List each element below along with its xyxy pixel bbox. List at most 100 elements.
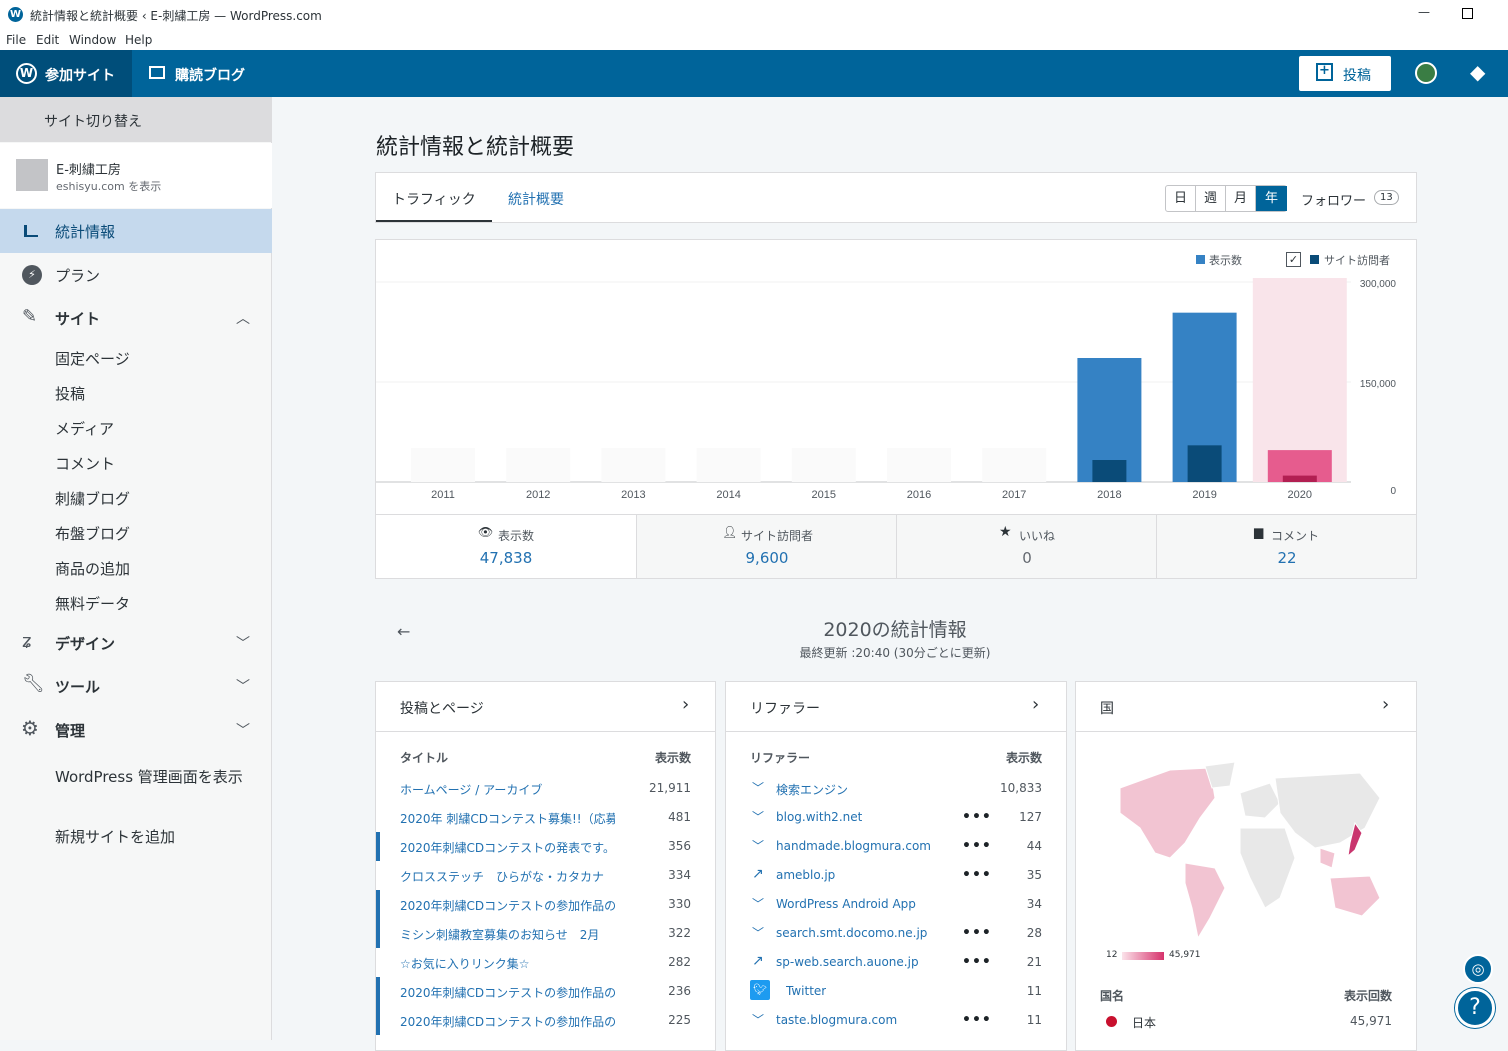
menu-edit[interactable]: Edit	[36, 33, 59, 47]
referrer-link[interactable]: 検索エンジン	[776, 781, 848, 798]
posts-row[interactable]: ☆お気に入りリンク集☆ 282	[376, 948, 691, 977]
chevron-down-icon[interactable]: ﹀	[752, 924, 764, 941]
referrer-row[interactable]: ↗ ameblo.jp ••• 35	[750, 861, 1042, 890]
back-arrow-icon[interactable]: ←	[397, 622, 410, 641]
help-button-icon[interactable]: ?	[1455, 988, 1495, 1028]
menu-file[interactable]: File	[6, 33, 26, 47]
posts-row[interactable]: 2020年刺繍CDコンテストの参加作品の 225	[376, 1006, 691, 1035]
referrer-link[interactable]: WordPress Android App	[776, 897, 916, 911]
post-title-link[interactable]: クロスステッチ ひらがな・カタカナ	[400, 868, 615, 885]
sidebar-item-add-product[interactable]: 商品の追加	[55, 558, 130, 579]
my-sites-button[interactable]: W 参加サイト	[0, 50, 132, 97]
more-actions-icon[interactable]: •••	[962, 838, 992, 854]
referrers-module-header[interactable]: リファラー ›	[726, 682, 1066, 732]
sidebar-item-manage[interactable]: ⚙ 管理 ﹀	[0, 708, 272, 752]
menu-window[interactable]: Window	[69, 33, 116, 47]
chevron-down-icon[interactable]: ﹀	[752, 837, 764, 854]
sidebar-item-wp-admin[interactable]: WordPress 管理画面を表示	[55, 766, 243, 787]
switch-site-button[interactable]: サイト切り替え	[0, 97, 272, 142]
maximize-button[interactable]	[1462, 8, 1473, 19]
referrer-row[interactable]: ﹀ taste.blogmura.com ••• 11	[750, 1006, 1042, 1035]
referrer-link[interactable]: blog.with2.net	[776, 810, 862, 824]
sidebar-item-pages[interactable]: 固定ページ	[55, 348, 130, 369]
period-year[interactable]: 年	[1256, 186, 1287, 211]
post-title-link[interactable]: 2020年刺繍CDコンテストの発表です。	[400, 839, 615, 856]
post-title-link[interactable]: 2020年刺繍CDコンテストの参加作品の	[400, 984, 615, 1001]
summary-likes[interactable]: ★ いいね 0	[896, 515, 1156, 578]
referrer-link[interactable]: handmade.blogmura.com	[776, 839, 931, 853]
twitter-icon[interactable]: 🐦︎	[750, 980, 770, 1000]
posts-row[interactable]: 2020年刺繍CDコンテストの参加作品の 236	[376, 977, 691, 1006]
referrer-row[interactable]: ﹀ search.smt.docomo.ne.jp ••• 28	[750, 919, 1042, 948]
more-actions-icon[interactable]: •••	[962, 867, 992, 883]
summary-visitors[interactable]: 👤︎ サイト訪問者 9,600	[636, 515, 896, 578]
posts-row[interactable]: クロスステッチ ひらがな・カタカナ 334	[376, 861, 691, 890]
post-title-link[interactable]: 2020年刺繍CDコンテストの参加作品の	[400, 1013, 615, 1030]
followers-label[interactable]: フォロワー	[1301, 190, 1366, 209]
reader-button[interactable]: 購読ブログ	[140, 50, 260, 97]
summary-comments[interactable]: ▆ コメント 22	[1156, 515, 1416, 578]
period-week[interactable]: 週	[1196, 186, 1226, 211]
referrer-row[interactable]: ﹀ blog.with2.net ••• 127	[750, 803, 1042, 832]
notifications-icon[interactable]: ◆	[1470, 62, 1485, 82]
more-actions-icon[interactable]: •••	[962, 1012, 992, 1028]
current-site[interactable]: E-刺繍工房 eshisyu.com を表示	[0, 143, 272, 208]
sidebar-item-posts[interactable]: 投稿	[55, 383, 85, 404]
period-month[interactable]: 月	[1226, 186, 1256, 211]
posts-module-header[interactable]: 投稿とページ ›	[376, 682, 715, 732]
sidebar-item-fabric-blog[interactable]: 布盤ブログ	[55, 523, 130, 544]
posts-row[interactable]: 2020年 刺繍CDコンテスト募集!!（応募 481	[376, 803, 691, 832]
chevron-down-icon[interactable]: ﹀	[752, 1011, 764, 1028]
period-day[interactable]: 日	[1166, 186, 1196, 211]
more-actions-icon[interactable]: •••	[962, 954, 992, 970]
posts-row[interactable]: ホームページ / アーカイブ 21,911	[376, 774, 691, 803]
sidebar-item-tools[interactable]: 🔧︎ ツール ﹀	[0, 664, 272, 708]
chevron-down-icon[interactable]: ﹀	[752, 779, 764, 796]
referrer-row[interactable]: ﹀ handmade.blogmura.com ••• 44	[750, 832, 1042, 861]
more-actions-icon[interactable]: •••	[962, 925, 992, 941]
post-title-link[interactable]: 2020年刺繍CDコンテストの参加作品の	[400, 897, 615, 914]
external-link-icon[interactable]: ↗	[752, 953, 764, 969]
legend-visitors-checkbox[interactable]: ✓	[1286, 252, 1301, 267]
posts-row[interactable]: 2020年刺繍CDコンテストの発表です。 356	[376, 832, 691, 861]
sidebar-item-plan[interactable]: ⚡ プラン	[0, 253, 272, 297]
referrer-link[interactable]: Twitter	[786, 984, 826, 998]
sidebar-item-embroidery-blog[interactable]: 刺繍ブログ	[55, 488, 130, 509]
tab-insights[interactable]: 統計概要	[508, 189, 564, 209]
sidebar-item-site[interactable]: ✎ サイト ︿	[0, 296, 272, 340]
avatar[interactable]	[1415, 62, 1437, 84]
minimize-button[interactable]: —	[1418, 5, 1430, 19]
tab-traffic[interactable]: トラフィック	[392, 189, 476, 209]
sidebar-item-free-data[interactable]: 無料データ	[55, 593, 130, 614]
referrer-row[interactable]: ﹀ 検索エンジン 10,833	[750, 774, 1042, 803]
countries-module-header[interactable]: 国 ›	[1076, 682, 1416, 732]
bar-chart[interactable]: 2011 2012 2013 2014 2015 2016 2017 2018 2019 2020…	[376, 276, 1416, 506]
external-link-icon[interactable]: ↗	[752, 866, 764, 882]
referrer-row[interactable]: 🐦︎ Twitter 11	[750, 977, 1042, 1006]
sidebar-item-comments[interactable]: コメント	[55, 453, 115, 474]
globe-help-icon[interactable]: ◎	[1463, 954, 1493, 984]
menu-help[interactable]: Help	[125, 33, 152, 47]
summary-views[interactable]: 👁︎ 表示数 47,838	[376, 515, 636, 578]
post-title-link[interactable]: ミシン刺繍教室募集のお知らせ 2月	[400, 926, 615, 943]
chevron-down-icon[interactable]: ﹀	[752, 808, 764, 825]
referrer-link[interactable]: taste.blogmura.com	[776, 1013, 897, 1027]
post-title-link[interactable]: 2020年 刺繍CDコンテスト募集!!（応募	[400, 810, 615, 827]
sidebar-item-design[interactable]: ʑ デザイン ﹀	[0, 621, 272, 665]
sidebar-item-stats[interactable]: 統計情報	[0, 209, 272, 253]
referrer-link[interactable]: search.smt.docomo.ne.jp	[776, 926, 927, 940]
post-title-link[interactable]: ホームページ / アーカイブ	[400, 781, 615, 798]
post-title-link[interactable]: ☆お気に入りリンク集☆	[400, 955, 615, 972]
posts-row[interactable]: 2020年刺繍CDコンテストの参加作品の 330	[376, 890, 691, 919]
referrer-link[interactable]: ameblo.jp	[776, 868, 835, 882]
referrer-link[interactable]: sp-web.search.auone.jp	[776, 955, 919, 969]
referrer-row[interactable]: ↗ sp-web.search.auone.jp ••• 21	[750, 948, 1042, 977]
chevron-down-icon[interactable]: ﹀	[752, 895, 764, 912]
write-button[interactable]: + 投稿	[1299, 56, 1391, 91]
world-map[interactable]	[1100, 758, 1392, 948]
more-actions-icon[interactable]: •••	[962, 809, 992, 825]
posts-row[interactable]: ミシン刺繍教室募集のお知らせ 2月 322	[376, 919, 691, 948]
sidebar-item-add-site[interactable]: 新規サイトを追加	[55, 826, 175, 847]
referrer-row[interactable]: ﹀ WordPress Android App 34	[750, 890, 1042, 919]
sidebar-item-media[interactable]: メディア	[55, 418, 114, 439]
